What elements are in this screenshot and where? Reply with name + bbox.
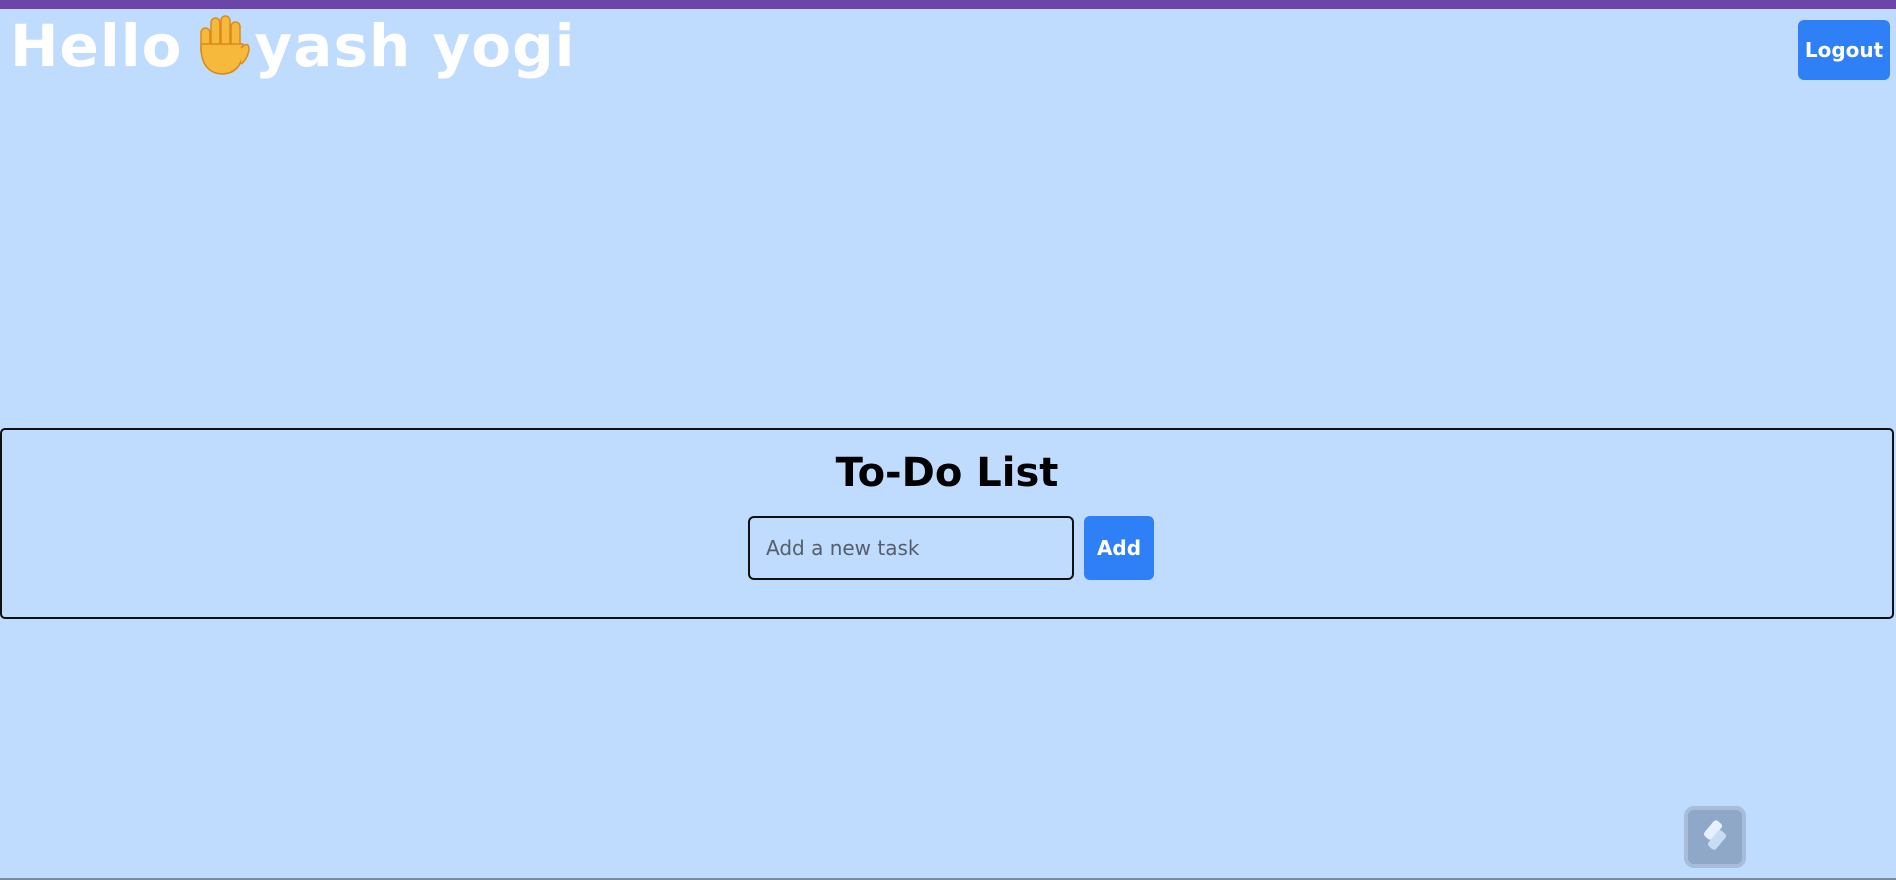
raised-hand-icon bbox=[195, 14, 251, 78]
add-task-button[interactable]: Add bbox=[1084, 516, 1154, 580]
assistant-launcher-icon bbox=[1698, 818, 1732, 856]
todo-title: To-Do List bbox=[835, 450, 1059, 496]
user-name: yash yogi bbox=[254, 12, 576, 80]
todo-panel: To-Do List Add bbox=[0, 428, 1894, 619]
greeting-heading: Hello yash yogi bbox=[10, 6, 576, 86]
greeting-prefix: Hello bbox=[10, 12, 183, 80]
logout-button[interactable]: Logout bbox=[1798, 20, 1890, 80]
new-task-input[interactable] bbox=[748, 516, 1074, 580]
floating-assistant-button[interactable] bbox=[1684, 806, 1746, 868]
